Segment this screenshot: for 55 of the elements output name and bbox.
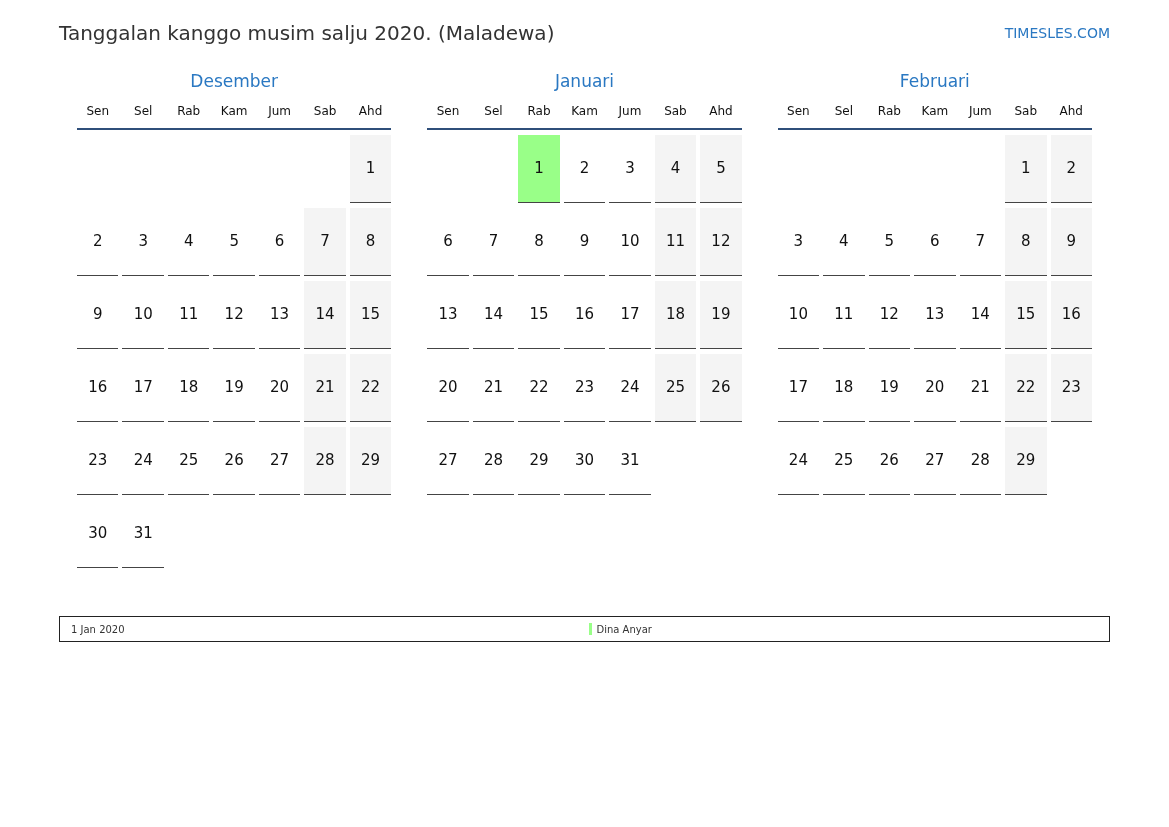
calendar-day: 7 (304, 208, 346, 276)
holiday-name: Dina Anyar (596, 622, 652, 637)
weekday-label: Ahd (709, 103, 733, 120)
weekday-label: Ahd (358, 103, 383, 120)
calendar-day: 9 (1050, 208, 1092, 276)
calendar-day: 22 (349, 354, 392, 422)
calendar-day: 28 (304, 427, 346, 495)
calendar-day: 12 (700, 208, 742, 276)
calendar-day: 1 (349, 135, 392, 203)
calendar-day: 1 (1005, 135, 1047, 203)
month-title: Januari (554, 70, 615, 92)
weekday-label: Sen (86, 103, 110, 120)
calendar-day: 26 (700, 354, 742, 422)
month-title: Desember (190, 70, 278, 92)
calendar-day: 25 (654, 354, 697, 422)
weekday-label: Rab (177, 103, 201, 120)
weekday-label: Sel (834, 103, 854, 120)
weekday-label: Kam (571, 103, 598, 120)
site-link[interactable]: TIMESLES.COM (1004, 23, 1110, 44)
page-title: Tanggalan kanggo musim salju 2020. (Maladewa) (59, 20, 555, 46)
calendar-day: 2 (1050, 135, 1092, 203)
weekday-label: Sen (436, 103, 460, 120)
weekday-label: Sel (484, 103, 503, 120)
calendar-day: 29 (1005, 427, 1047, 495)
calendar-day: 18 (654, 281, 697, 349)
calendar-day: 29 (349, 427, 392, 495)
calendar-day: 19 (700, 281, 742, 349)
weekday-label: Kam (220, 103, 248, 120)
weekday-label: Sab (664, 103, 687, 120)
calendar-day: 16 (1050, 281, 1092, 349)
calendar-day: 14 (304, 281, 346, 349)
weekday-label: Ahd (1059, 103, 1083, 120)
weekday-label: Jum (968, 103, 992, 120)
calendar-day: 23 (1050, 354, 1092, 422)
month-title: Februari (899, 70, 970, 92)
weekday-label: Sab (1014, 103, 1038, 120)
weekday-label: Jum (268, 103, 292, 120)
calendar-day: 1 (518, 135, 560, 203)
calendar-day: 4 (654, 135, 697, 203)
weekday-label: Kam (921, 103, 949, 120)
weekday-label: Sen (787, 103, 810, 120)
holiday-date: 1 Jan 2020 (71, 622, 126, 637)
weekday-label: Jum (618, 103, 642, 120)
calendar-day: 15 (349, 281, 392, 349)
calendar-day: 8 (1005, 208, 1047, 276)
weekday-label: Rab (877, 103, 901, 120)
calendar-day: 21 (304, 354, 346, 422)
calendar-day: 11 (654, 208, 697, 276)
calendar-day: 15 (1005, 281, 1047, 349)
calendar-day: 8 (349, 208, 392, 276)
weekday-label: Rab (527, 103, 551, 120)
calendar-day: 22 (1005, 354, 1047, 422)
calendar-day: 5 (700, 135, 742, 203)
weekday-label: Sel (134, 103, 153, 120)
weekday-label: Sab (313, 103, 337, 120)
